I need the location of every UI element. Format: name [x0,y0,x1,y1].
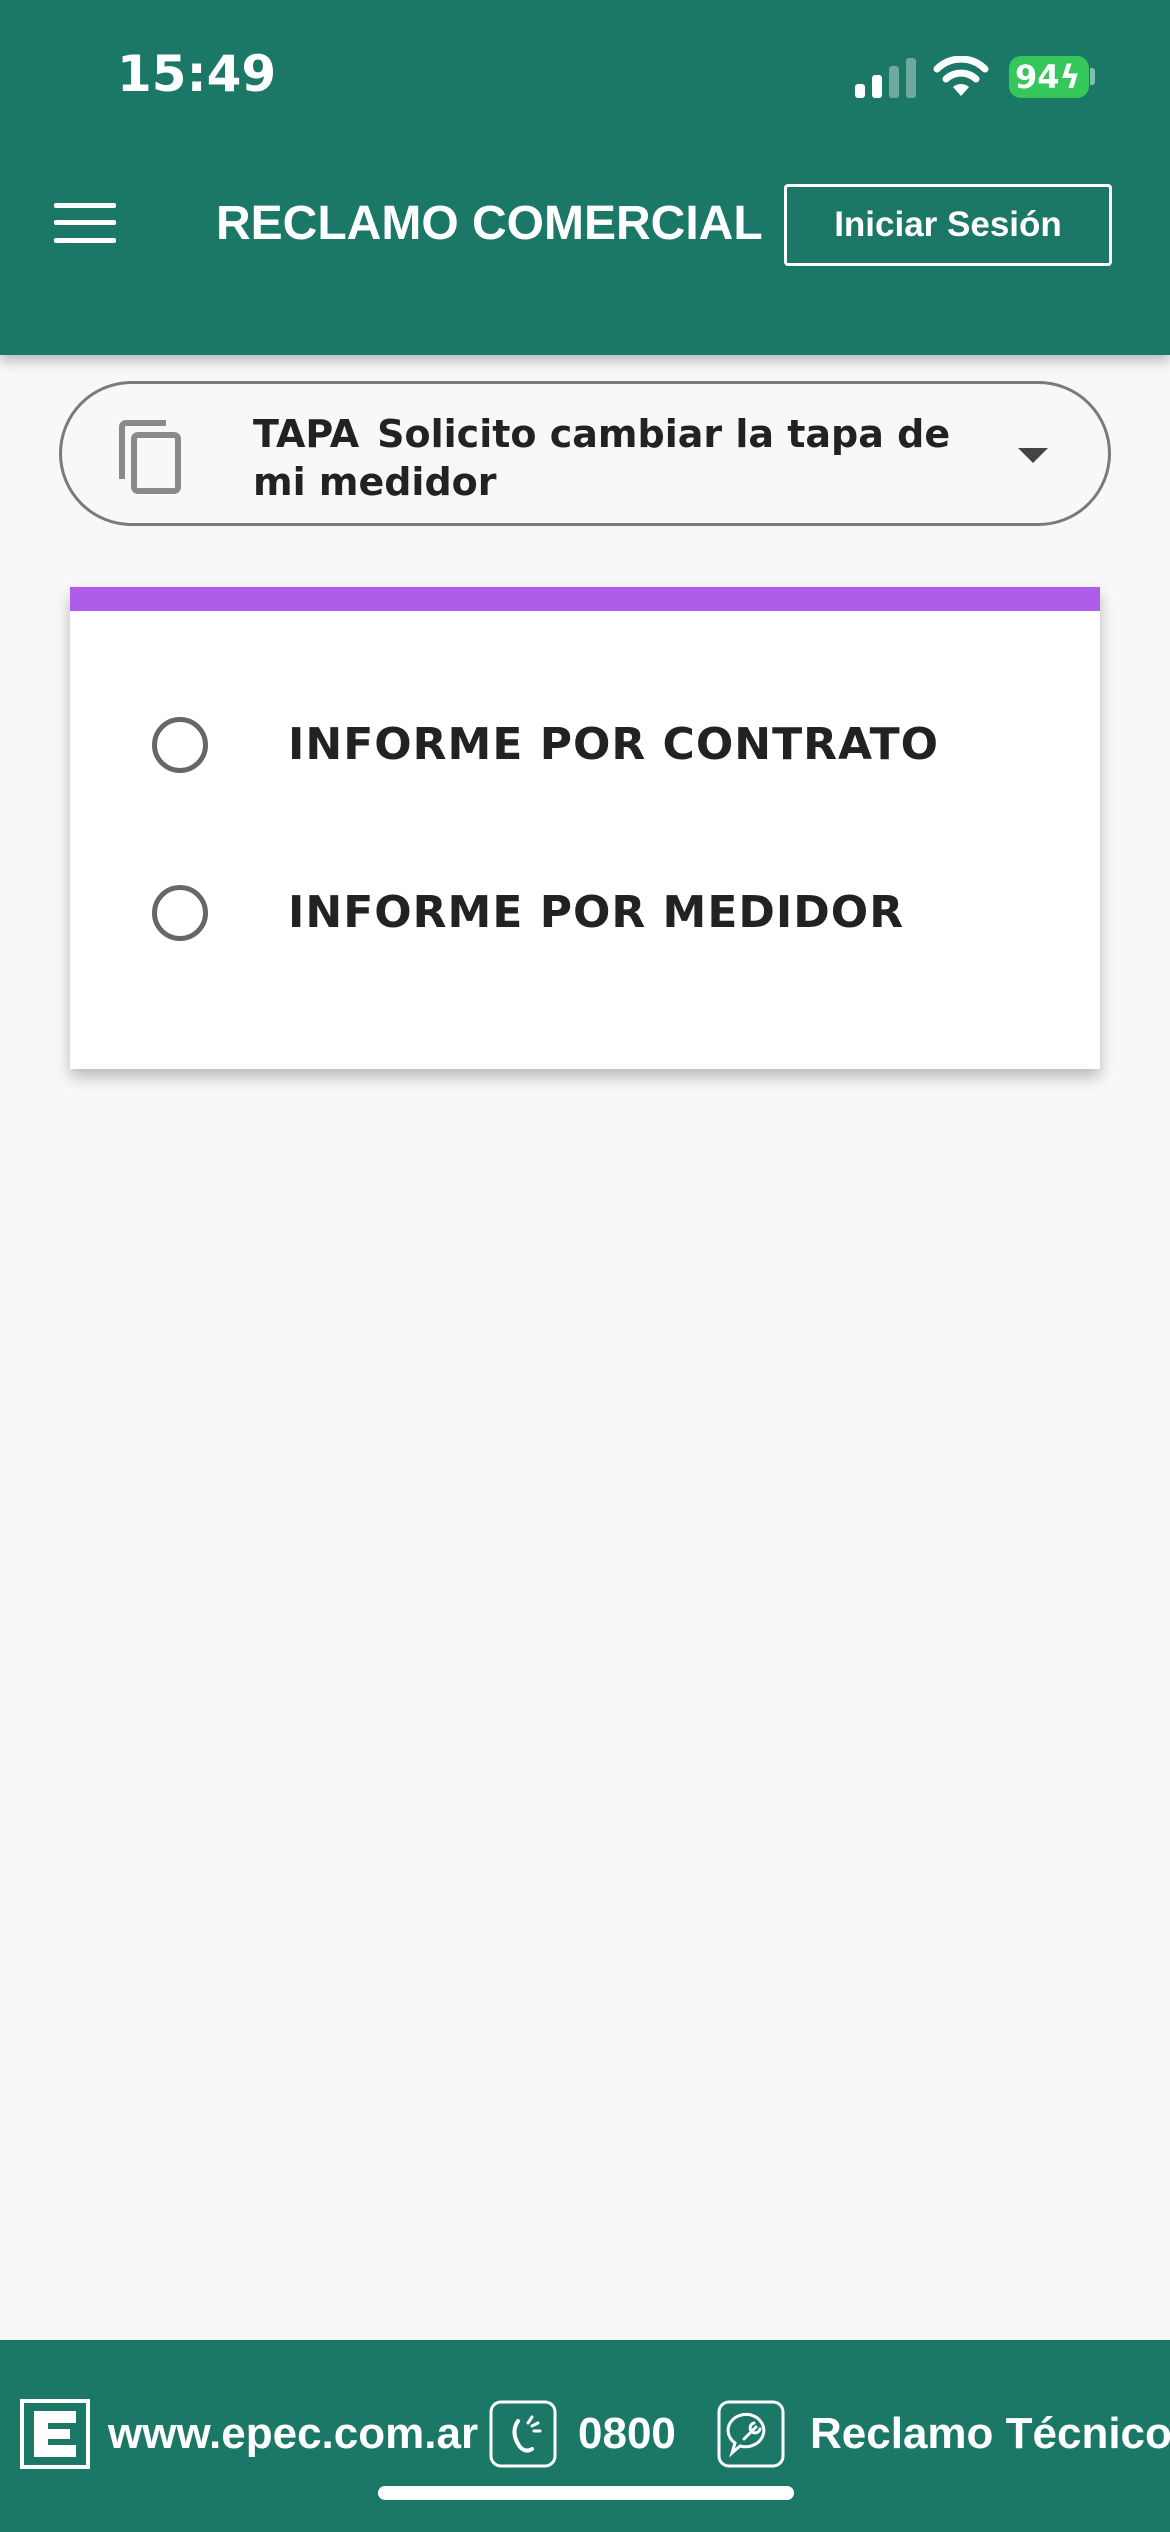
caret-down-icon [1018,448,1048,463]
technical-claim-link[interactable]: Reclamo Técnico [716,2399,1170,2469]
epec-logo-icon [20,2399,90,2469]
website-text: www.epec.com.ar [108,2409,479,2458]
phone-link[interactable]: 0800 [488,2399,688,2469]
website-link[interactable]: www.epec.com.ar [20,2399,478,2469]
hamburger-menu-icon[interactable] [54,203,116,243]
app-header: 15:49 94ϟ RECLAMO COMERCIAL Iniciar Sesi… [0,0,1170,355]
signal-icon [855,58,916,98]
claim-type-select[interactable]: TAPA Solicito cambiar la tapa de mi medid… [59,381,1111,526]
phone-icon [489,2400,557,2468]
home-indicator[interactable] [378,2486,794,2500]
battery-level: 94 [1015,58,1060,96]
option-informe-medidor[interactable]: INFORME POR MEDIDOR [70,857,1100,967]
claim-code: TAPA [253,412,360,456]
status-time: 15:49 [117,45,277,103]
report-options-card: INFORME POR CONTRATO INFORME POR MEDIDOR [70,587,1100,1069]
radio-button[interactable] [152,717,208,773]
option-label: INFORME POR MEDIDOR [288,887,905,938]
charging-bolt-icon: ϟ [1059,58,1081,96]
wifi-icon [933,56,989,96]
footer-bar: www.epec.com.ar 0800 Reclamo Técnico [0,2340,1170,2532]
card-accent-bar [70,587,1100,611]
option-informe-contrato[interactable]: INFORME POR CONTRATO [70,689,1100,799]
claim-type-text: TAPA Solicito cambiar la tapa de mi medid… [253,410,983,506]
radio-button[interactable] [152,885,208,941]
copy-icon [119,420,181,494]
page-title: RECLAMO COMERCIAL [216,197,763,250]
battery-icon: 94ϟ [1009,56,1089,98]
option-label: INFORME POR CONTRATO [288,719,940,770]
login-button[interactable]: Iniciar Sesión [784,184,1112,266]
battery-cap [1090,68,1095,85]
phone-text: 0800 [578,2409,676,2458]
chat-wrench-icon [717,2400,785,2468]
technical-claim-text: Reclamo Técnico [810,2409,1170,2458]
